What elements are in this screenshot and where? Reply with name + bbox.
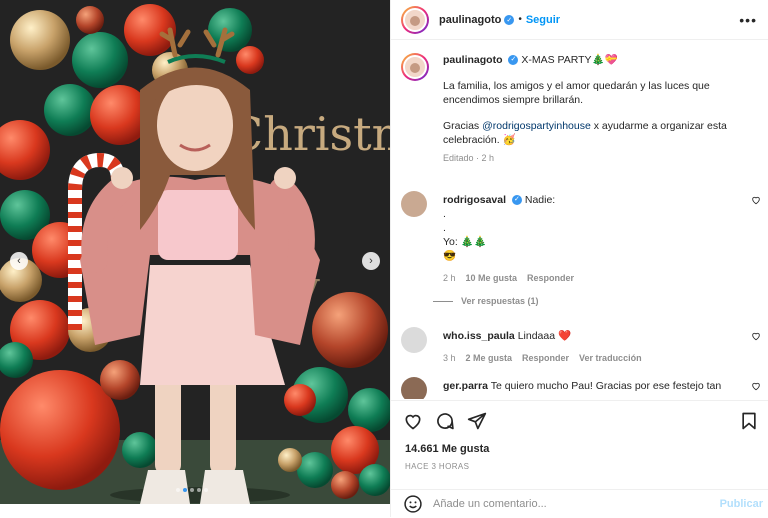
commenter-avatar[interactable] <box>401 377 427 399</box>
post-actions: 14.661 Me gusta HACE 3 HORAS Publicar <box>391 400 768 517</box>
carousel-dot <box>176 488 180 492</box>
post-photo[interactable]: Christmas me rty <box>0 0 390 504</box>
comment-time: 3 h <box>443 353 456 363</box>
caption-edited-label: Editado <box>443 153 474 163</box>
comment-bubble-icon[interactable] <box>435 411 455 431</box>
emoji-smiley-icon[interactable] <box>403 494 423 514</box>
caption-time: 2 h <box>481 153 495 163</box>
comment-reply-button[interactable]: Responder <box>527 271 574 285</box>
post-header: paulinagoto ✓ • Seguir ••• <box>391 0 768 40</box>
comment-likes[interactable]: 10 Me gusta <box>466 271 518 285</box>
caption-mention-link[interactable]: @rodrigospartyinhouse <box>482 120 591 132</box>
view-replies-label: Ver respuestas (1) <box>461 296 539 306</box>
like-comment-heart-icon[interactable] <box>751 331 761 341</box>
comment-input[interactable] <box>433 498 703 510</box>
follow-button[interactable]: Seguir <box>526 14 560 26</box>
comment-text-line: . <box>443 222 446 234</box>
post-timestamp: HACE 3 HORAS <box>405 462 470 471</box>
like-comment-heart-icon[interactable] <box>751 381 761 391</box>
more-options-icon[interactable]: ••• <box>739 12 757 28</box>
carousel-dot <box>204 488 208 492</box>
verified-badge-icon: ✓ <box>504 14 515 25</box>
comment-text-line: Yo: 🎄🎄 <box>443 236 487 248</box>
comment-username[interactable]: rodrigosaval <box>443 194 506 206</box>
bookmark-icon <box>742 412 756 430</box>
comment-text: Lindaaa ❤️ <box>517 330 572 342</box>
commenter-avatar[interactable] <box>401 327 427 353</box>
comment-likes[interactable]: 2 Me gusta <box>466 351 513 365</box>
author-avatar[interactable] <box>401 5 429 34</box>
post-side-panel: paulinagoto ✓ • Seguir ••• paulinagoto ✓… <box>390 0 768 517</box>
add-comment-bar: Publicar <box>391 489 768 518</box>
comment-username[interactable]: ger.parra <box>443 380 488 392</box>
caption-username[interactable]: paulinagoto <box>443 54 503 66</box>
comment-username[interactable]: who.iss_paula <box>443 330 515 342</box>
carousel-dot <box>197 488 201 492</box>
carousel-indicator <box>176 488 208 492</box>
previous-photo-button[interactable]: ‹ <box>10 252 28 270</box>
verified-badge-icon: ✓ <box>508 55 519 66</box>
publish-button[interactable]: Publicar <box>720 498 763 510</box>
carousel-dot-active <box>183 488 187 492</box>
next-photo-button[interactable]: › <box>362 252 380 270</box>
caption-author-avatar[interactable] <box>401 53 429 81</box>
carousel-dot <box>190 488 194 492</box>
comment-text-line: 😎 <box>443 250 457 262</box>
view-replies-button[interactable]: Ver respuestas (1) <box>433 296 539 306</box>
commenter-avatar[interactable] <box>401 191 427 217</box>
save-bookmark-button[interactable] <box>739 411 759 434</box>
comment-text-line: Nadie: <box>524 194 556 206</box>
share-send-icon[interactable] <box>467 411 487 431</box>
verified-badge-icon: ✓ <box>511 195 522 206</box>
photo-illustration: Christmas me rty <box>0 0 390 504</box>
instagram-post-modal: Christmas me rty <box>0 0 768 517</box>
like-heart-icon[interactable] <box>403 411 423 431</box>
caption-paragraph: La familia, los amigos y el amor quedará… <box>443 80 710 106</box>
comments-scroll-area[interactable]: paulinagoto ✓ X-MAS PARTY🎄💝 La familia, … <box>391 41 768 399</box>
likes-count[interactable]: 14.661 Me gusta <box>405 443 489 455</box>
author-username[interactable]: paulinagoto <box>439 14 501 26</box>
caption-thanks-prefix: Gracias <box>443 120 480 132</box>
comment-text-line: . <box>443 208 446 220</box>
translate-button[interactable]: Ver traducción <box>579 351 642 365</box>
caption-title: X-MAS PARTY🎄💝 <box>521 54 618 66</box>
comment-text: Te quiero mucho Pau! Gracias por ese fes… <box>490 380 722 392</box>
backdrop-script-text: Christmas <box>228 107 390 161</box>
like-comment-heart-icon[interactable] <box>751 195 761 205</box>
comment-time: 2 h <box>443 273 456 283</box>
comment-reply-button[interactable]: Responder <box>522 351 569 365</box>
